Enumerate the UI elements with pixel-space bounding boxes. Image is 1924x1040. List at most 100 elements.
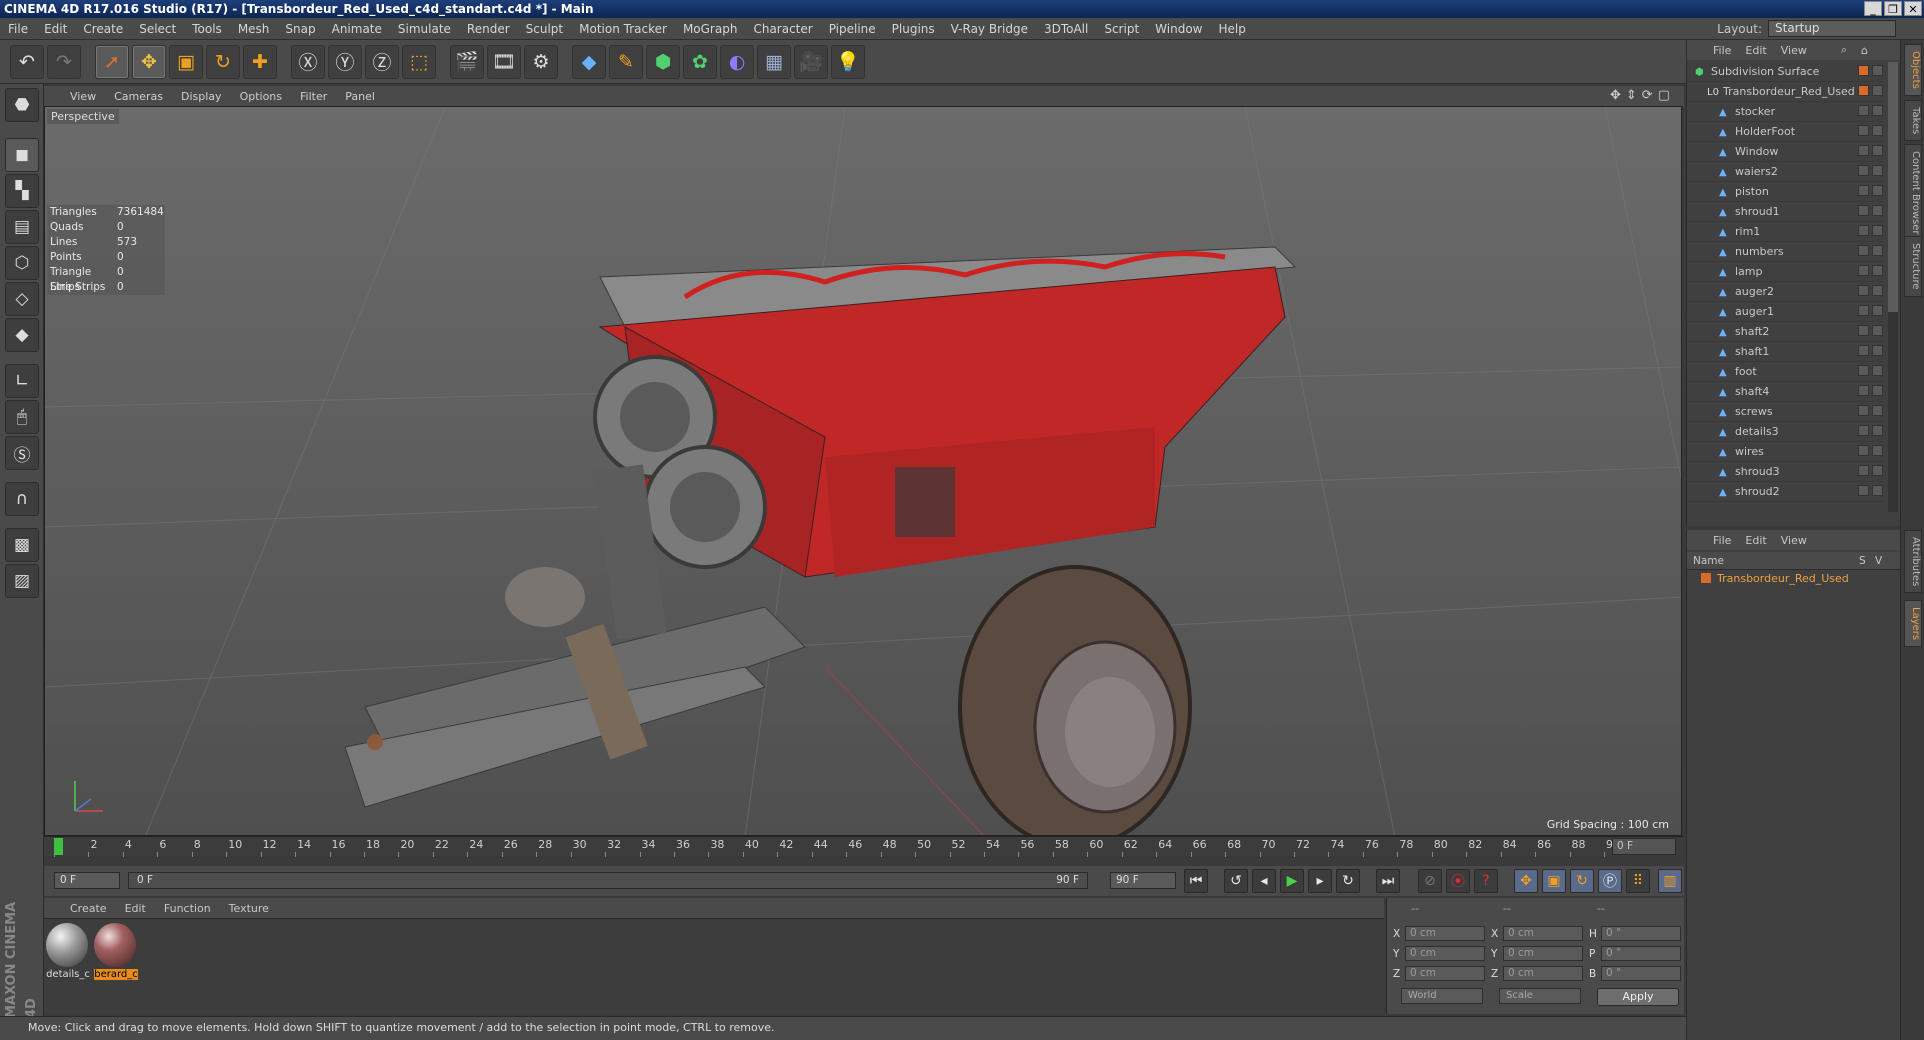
move-tool-icon[interactable]: ✥	[132, 44, 166, 79]
object-row[interactable]: L0 Transbordeur_Red_Used	[1687, 82, 1883, 102]
object-row[interactable]: ▲ foot	[1687, 362, 1883, 382]
object-row[interactable]: ▲ rim1	[1687, 222, 1883, 242]
object-flags[interactable]	[1858, 285, 1883, 296]
cube-primitive-icon[interactable]: ◆	[572, 44, 606, 79]
object-row[interactable]: ▲ shroud3	[1687, 462, 1883, 482]
deformer-icon[interactable]: ◐	[720, 44, 754, 79]
edges-mode-icon[interactable]: ◇	[5, 282, 39, 316]
apply-button[interactable]: Apply	[1597, 988, 1679, 1006]
light-icon[interactable]: 💡	[831, 44, 865, 79]
tab-content-browser[interactable]: Content Browser	[1904, 144, 1922, 242]
polygons-mode-icon[interactable]: ◆	[5, 318, 39, 352]
object-flags[interactable]	[1858, 165, 1883, 176]
go-to-start-icon[interactable]: ⏮	[1184, 869, 1208, 893]
layer-menu-edit[interactable]: Edit	[1745, 534, 1766, 547]
magnet-icon[interactable]: ∩	[5, 482, 39, 516]
object-row[interactable]: ▲ auger2	[1687, 282, 1883, 302]
rotate-tool-icon[interactable]: ↻	[206, 44, 240, 79]
menu-sculpt[interactable]: Sculpt	[518, 22, 571, 36]
object-flags[interactable]	[1858, 345, 1883, 356]
next-frame-icon[interactable]: ▸	[1308, 869, 1332, 893]
object-flags[interactable]	[1858, 325, 1883, 336]
rotation-h-field[interactable]: 0 °	[1601, 926, 1681, 941]
object-flags[interactable]	[1858, 185, 1883, 196]
viewport-camera-label[interactable]: Perspective	[47, 109, 119, 124]
keyframe-selection-icon[interactable]: ?	[1474, 869, 1498, 893]
tab-objects[interactable]: Objects	[1904, 44, 1922, 96]
previous-frame-icon[interactable]: ◂	[1252, 869, 1276, 893]
close-icon[interactable]: ✕	[1904, 1, 1922, 16]
menu-3dtoall[interactable]: 3DToAll	[1036, 22, 1096, 36]
rotation-b-field[interactable]: 0 °	[1601, 966, 1681, 981]
record-pla-icon[interactable]: ⠿	[1626, 869, 1650, 893]
size-z-field[interactable]: 0 cm	[1503, 966, 1583, 981]
menu-motion-tracker[interactable]: Motion Tracker	[571, 22, 675, 36]
object-row[interactable]: ▲ shaft4	[1687, 382, 1883, 402]
object-row[interactable]: ▲ wires	[1687, 442, 1883, 462]
menu-create[interactable]: Create	[75, 22, 131, 36]
object-menu-view[interactable]: View	[1781, 44, 1807, 57]
points-mode-icon[interactable]: ⬡	[5, 246, 39, 280]
object-flags[interactable]	[1858, 485, 1883, 496]
material-menu-texture[interactable]: Texture	[229, 902, 269, 915]
zoom-icon[interactable]: ⇕	[1626, 88, 1637, 103]
viewport-menu-options[interactable]: Options	[240, 90, 282, 103]
menu-snap[interactable]: Snap	[277, 22, 323, 36]
previous-key-icon[interactable]: ↺	[1224, 869, 1248, 893]
home-icon[interactable]: ⌂	[1861, 44, 1868, 57]
object-row[interactable]: ▲ piston	[1687, 182, 1883, 202]
menu-simulate[interactable]: Simulate	[390, 22, 459, 36]
object-row[interactable]: ▲ stocker	[1687, 102, 1883, 122]
record-position-icon[interactable]: ✥	[1514, 869, 1538, 893]
object-menu-file[interactable]: File	[1713, 44, 1731, 57]
object-flags[interactable]	[1858, 125, 1883, 136]
viewport-menu-display[interactable]: Display	[181, 90, 222, 103]
menu-animate[interactable]: Animate	[324, 22, 390, 36]
object-flags[interactable]	[1858, 105, 1883, 116]
z-axis-lock-icon[interactable]: Ⓩ	[365, 44, 399, 79]
object-row[interactable]: ▲ shaft1	[1687, 342, 1883, 362]
menu-plugins[interactable]: Plugins	[884, 22, 943, 36]
record-rotation-icon[interactable]: ↻	[1570, 869, 1594, 893]
subdivision-surface-icon[interactable]: ⬢	[646, 44, 680, 79]
perspective-viewport[interactable]: Perspective Triangles 7361484 Quads 0 Line…	[44, 106, 1682, 836]
layer-menu-file[interactable]: File	[1713, 534, 1731, 547]
object-row[interactable]: ▲ lamp	[1687, 262, 1883, 282]
object-row[interactable]: ▲ details3	[1687, 422, 1883, 442]
object-row[interactable]: ▲ shaft2	[1687, 322, 1883, 342]
object-row[interactable]: ▲ Window	[1687, 142, 1883, 162]
auto-keying-icon[interactable]: ⦿	[1446, 869, 1470, 893]
viewport-menu-cameras[interactable]: Cameras	[114, 90, 163, 103]
size-y-field[interactable]: 0 cm	[1503, 946, 1583, 961]
menu-edit[interactable]: Edit	[36, 22, 75, 36]
start-frame-field[interactable]: 0 F	[54, 872, 120, 889]
tweak-mode-icon[interactable]: 🖱	[5, 400, 39, 434]
material-menu-function[interactable]: Function	[164, 902, 211, 915]
tab-attributes[interactable]: Attributes	[1904, 530, 1922, 594]
snap-icon[interactable]: Ⓢ	[5, 436, 39, 470]
menu-file[interactable]: File	[0, 22, 36, 36]
object-flags[interactable]	[1858, 245, 1883, 256]
toggle-view-icon[interactable]: ▢	[1658, 88, 1670, 103]
object-flags[interactable]	[1858, 425, 1883, 436]
rotation-p-field[interactable]: 0 °	[1601, 946, 1681, 961]
size-x-field[interactable]: 0 cm	[1503, 926, 1583, 941]
object-row[interactable]: ▲ numbers	[1687, 242, 1883, 262]
tab-layers[interactable]: Layers	[1904, 600, 1922, 648]
object-flags[interactable]	[1858, 205, 1883, 216]
viewport-menu-filter[interactable]: Filter	[300, 90, 327, 103]
menu-mograph[interactable]: MoGraph	[675, 22, 746, 36]
coord-system-dropdown[interactable]: World	[1401, 988, 1483, 1004]
render-picture-viewer-icon[interactable]: 🎞	[487, 44, 521, 79]
material-details[interactable]: details_c	[46, 923, 90, 980]
maximize-icon[interactable]: ❐	[1884, 1, 1902, 16]
object-flags[interactable]	[1858, 145, 1883, 156]
size-mode-dropdown[interactable]: Scale	[1499, 988, 1581, 1004]
record-parameter-icon[interactable]: Ⓟ	[1598, 869, 1622, 893]
texture-mode-icon[interactable]: ▚	[5, 174, 39, 208]
layer-row[interactable]: Transbordeur_Red_Used	[1687, 570, 1901, 588]
play-icon[interactable]: ▶	[1280, 869, 1304, 893]
object-flags[interactable]	[1858, 385, 1883, 396]
object-flags[interactable]	[1858, 465, 1883, 476]
floor-icon[interactable]: ▦	[757, 44, 791, 79]
